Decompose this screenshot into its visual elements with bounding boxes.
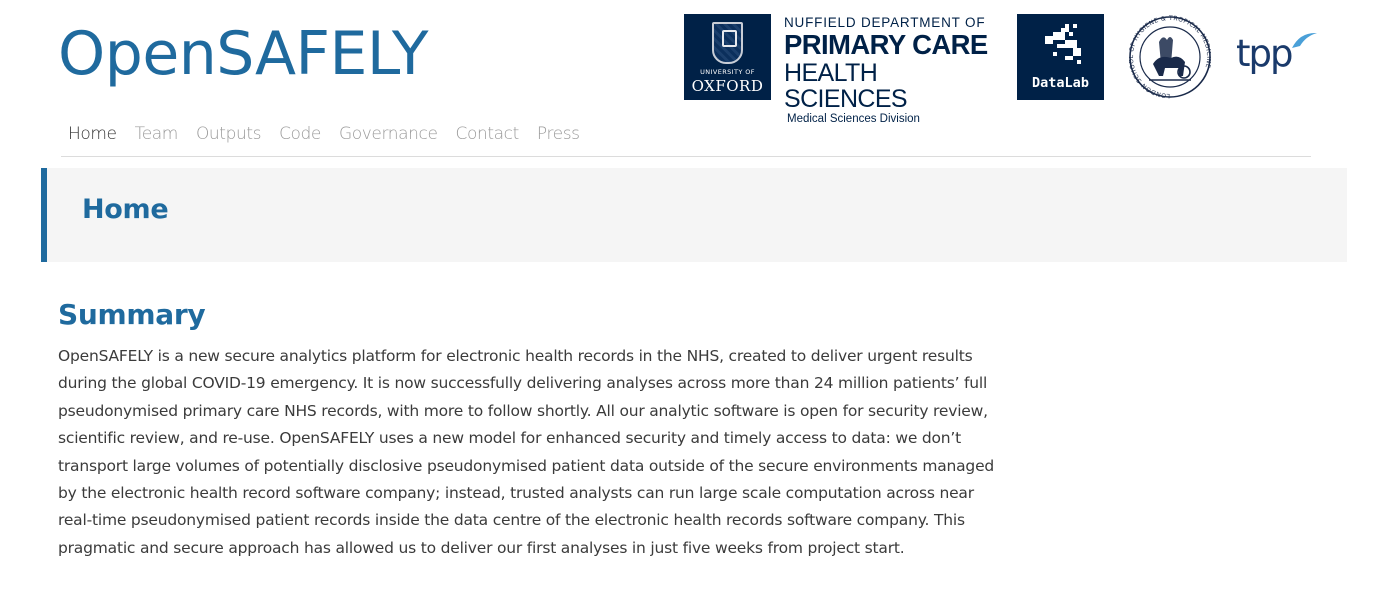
nuffield-logo-line1: NUFFIELD DEPARTMENT OF (784, 15, 986, 30)
datalab-logo[interactable]: DataLab (1017, 14, 1104, 100)
summary-body: OpenSAFELY is a new secure analytics pla… (58, 347, 995, 557)
oxford-logo[interactable]: UNIVERSITY OF OXFORD (684, 14, 771, 100)
summary-heading: Summary (58, 298, 206, 331)
nav-item-contact[interactable]: Contact (456, 122, 520, 146)
nuffield-logo-line3: HEALTH SCIENCES (784, 59, 908, 113)
nav-item-home[interactable]: Home (68, 122, 117, 146)
tpp-swoosh-icon (1292, 32, 1317, 48)
nuffield-logo[interactable]: NUFFIELD DEPARTMENT OF PRIMARY CARE HEAL… (784, 15, 994, 126)
oxford-logo-text-top: UNIVERSITY OF (700, 68, 755, 76)
datalab-logo-text: DataLab (1032, 75, 1089, 91)
main-nav: Home Team Outputs Code Governance Contac… (68, 122, 598, 146)
lshtm-logo[interactable]: LONDON SCHOOL OF HYGIENE & TROPICAL MEDI… (1128, 14, 1212, 100)
nav-item-code[interactable]: Code (279, 122, 321, 146)
nav-item-team[interactable]: Team (135, 122, 179, 146)
tpp-logo[interactable]: tpp (1236, 30, 1318, 80)
partner-logos: UNIVERSITY OF OXFORD NUFFIELD DEPARTMENT… (0, 14, 1400, 125)
nuffield-logo-line4: Medical Sciences Division (787, 113, 920, 125)
datalab-pixel-icon (1045, 24, 1081, 64)
lshtm-seal-icon: LONDON SCHOOL OF HYGIENE & TROPICAL MEDI… (1128, 15, 1212, 99)
oxford-crest-icon (712, 22, 743, 64)
nav-divider (61, 156, 1311, 157)
oxford-logo-text-bottom: OXFORD (691, 77, 764, 95)
tpp-logo-text: tpp (1236, 32, 1294, 75)
nav-item-press[interactable]: Press (537, 122, 580, 146)
nav-item-outputs[interactable]: Outputs (196, 122, 262, 146)
nuffield-logo-line2: PRIMARY CARE (784, 29, 988, 60)
nav-item-governance[interactable]: Governance (339, 122, 438, 146)
summary-section: Summary OpenSAFELY is a new secure analy… (58, 297, 1008, 562)
page-title: Home (82, 194, 169, 225)
page-title-band: Home (41, 168, 1347, 262)
